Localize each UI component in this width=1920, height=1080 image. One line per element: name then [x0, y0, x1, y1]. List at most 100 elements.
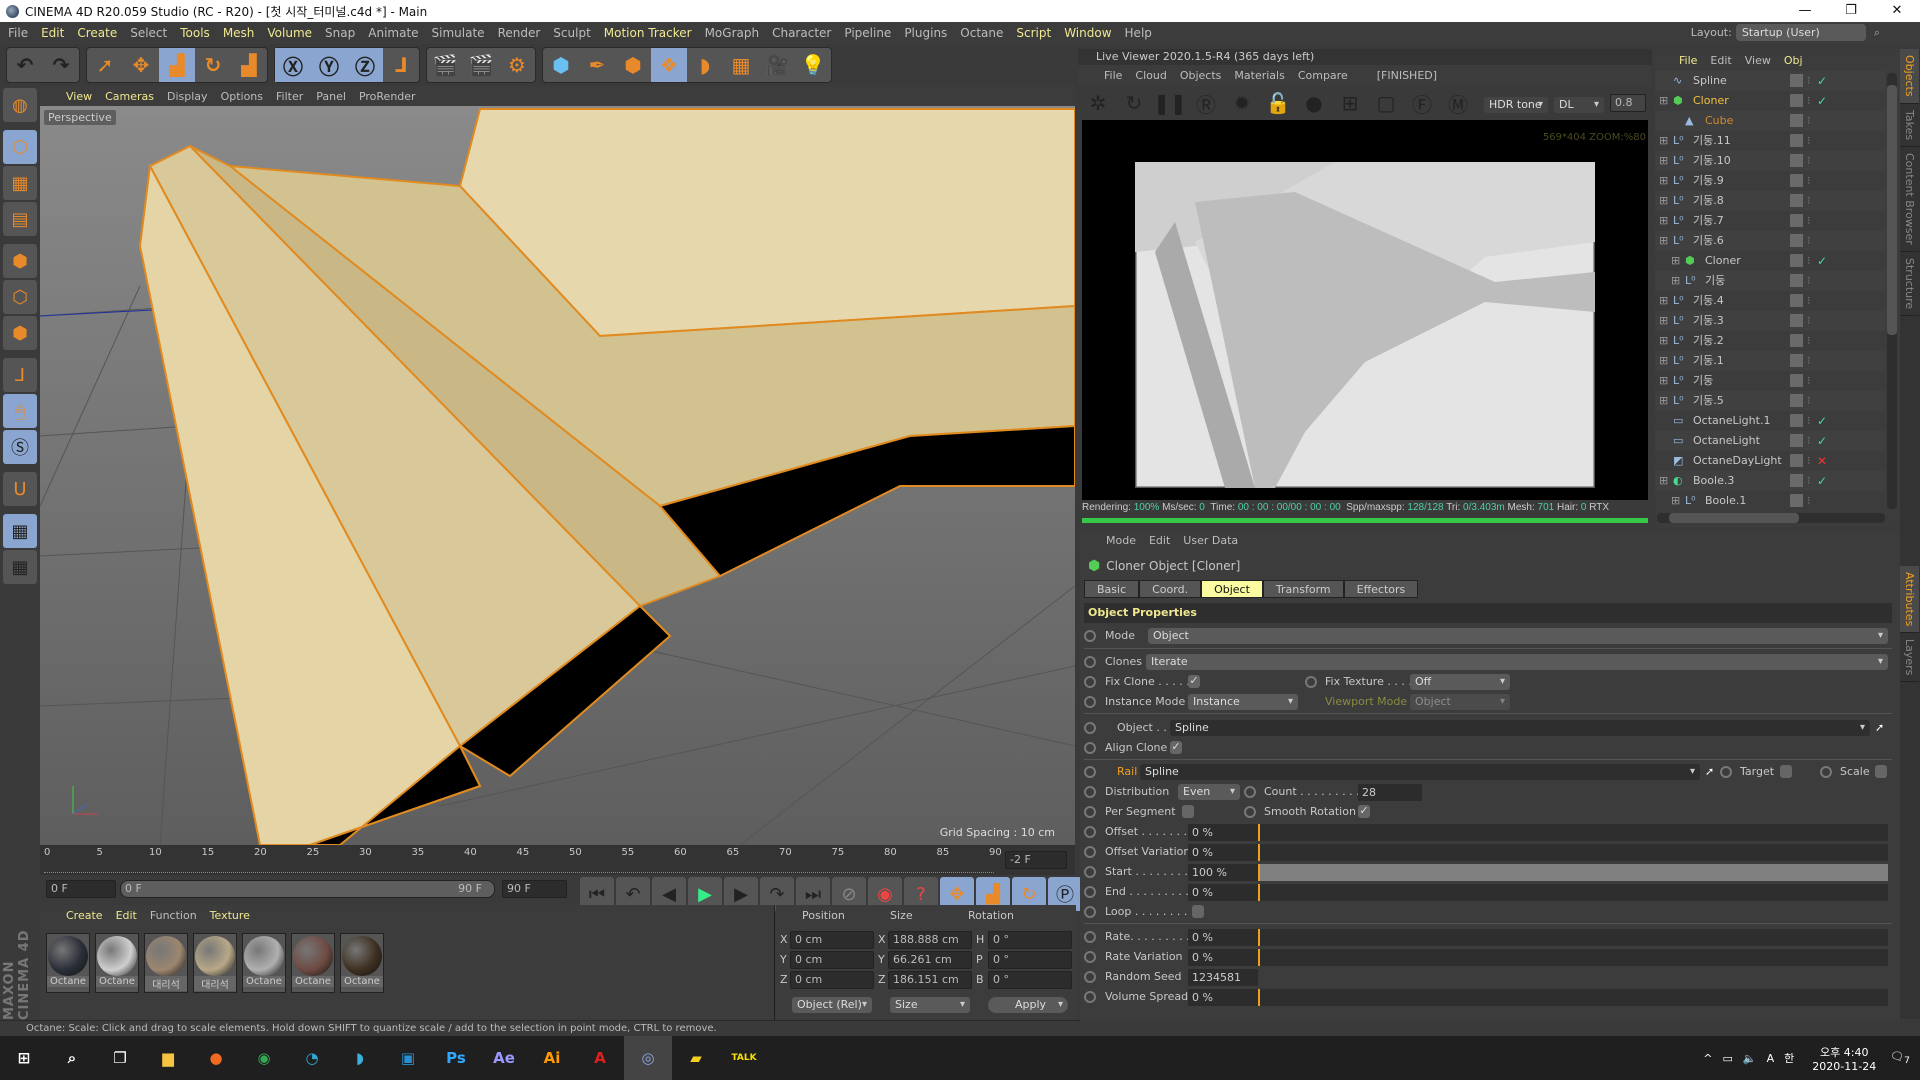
menu-script[interactable]: Script [1016, 26, 1051, 40]
viewport-menu-cameras[interactable]: Cameras [105, 90, 154, 103]
volume-spread-slider[interactable] [1258, 989, 1888, 1006]
app-bird-icon[interactable]: ◗ [336, 1036, 384, 1080]
object-row[interactable]: ⊞ L⁰ 기둥.8 ⁝ [1655, 191, 1885, 211]
move-icon[interactable]: ✥ [123, 48, 159, 82]
material-swatch[interactable]: Octane [291, 933, 335, 993]
material-swatch[interactable]: 대리석 [193, 933, 237, 993]
visibility-dots-icon[interactable]: ⁝ [1807, 391, 1811, 411]
menu-volume[interactable]: Volume [267, 26, 312, 40]
slider-value-field[interactable]: 0 % [1188, 949, 1258, 966]
menu-tools[interactable]: Tools [180, 26, 210, 40]
light-icon[interactable]: 💡 [795, 48, 831, 82]
value-slider[interactable] [1258, 929, 1888, 946]
tonemap-dropdown[interactable]: HDR tone [1484, 97, 1548, 113]
enabled-toggle[interactable]: ✓ [1817, 91, 1827, 111]
slider-value-field[interactable]: 0 % [1188, 884, 1258, 901]
viewport-3d[interactable]: Perspective Grid Spacing : 10 cm [40, 106, 1075, 845]
object-row[interactable]: ⊞ L⁰ 기둥.5 ⁝ [1655, 391, 1885, 411]
side-tab-content-browser[interactable]: Content Browser [1900, 147, 1919, 252]
material-swatch[interactable]: 대리석 [144, 933, 188, 993]
align-clone-checkbox[interactable]: ✓ [1170, 741, 1182, 754]
position-field[interactable]: 0 cm [790, 931, 874, 949]
volume-spread-field[interactable]: 0 % [1188, 989, 1258, 1006]
object-list-h-scrollbar[interactable] [1657, 513, 1885, 523]
menu-character[interactable]: Character [772, 26, 831, 40]
viewport-mode-dropdown[interactable]: Object [1410, 694, 1510, 710]
enabled-toggle[interactable]: ✓ [1817, 431, 1827, 451]
layer-color-swatch[interactable] [1790, 194, 1803, 207]
snap-icon[interactable]: U [3, 472, 37, 506]
animate-radio[interactable] [1084, 951, 1096, 963]
search-icon[interactable]: ⌕ [1874, 26, 1880, 40]
live-viewer-menu-compare[interactable]: Compare [1298, 69, 1348, 82]
workplane-mode-icon[interactable]: ▤ [3, 202, 37, 236]
expand-toggle-icon[interactable]: ⊞ [1671, 271, 1680, 291]
illustrator-icon[interactable]: Ai [528, 1036, 576, 1080]
menu-render[interactable]: Render [498, 26, 541, 40]
visibility-dots-icon[interactable]: ⁝ [1807, 91, 1811, 111]
visibility-dots-icon[interactable]: ⁝ [1807, 471, 1811, 491]
render-view-icon[interactable]: 🎬 [427, 48, 463, 82]
animate-radio[interactable] [1084, 906, 1096, 918]
cinema4d-icon[interactable]: ◎ [624, 1036, 672, 1080]
instance-mode-dropdown[interactable]: Instance [1188, 694, 1298, 710]
menu-window[interactable]: Window [1064, 26, 1111, 40]
expand-toggle-icon[interactable]: ⊞ [1659, 391, 1668, 411]
visibility-dots-icon[interactable]: ⁝ [1807, 171, 1811, 191]
tab-basic[interactable]: Basic [1084, 580, 1140, 598]
live-selection-icon[interactable]: ➚ [87, 48, 123, 82]
enabled-toggle[interactable]: ✓ [1817, 71, 1827, 91]
viewport-menu-panel[interactable]: Panel [316, 90, 346, 103]
current-frame-field[interactable]: -2 F [1005, 851, 1067, 869]
animate-radio[interactable] [1084, 766, 1096, 778]
language-indicator[interactable]: 한 [1784, 1050, 1794, 1066]
visibility-dots-icon[interactable]: ⁝ [1807, 311, 1811, 331]
material-swatch[interactable]: Octane [340, 933, 384, 993]
material-pick-icon[interactable]: Ⓜ [1444, 90, 1472, 117]
rotation-field[interactable]: 0 ° [988, 971, 1072, 989]
object-menu-edit[interactable]: Edit [1710, 54, 1731, 67]
expand-toggle-icon[interactable]: ⊞ [1671, 251, 1680, 271]
firefox-icon[interactable]: ● [192, 1036, 240, 1080]
expand-toggle-icon[interactable]: ⊞ [1659, 311, 1668, 331]
viewport-menu-prorender[interactable]: ProRender [359, 90, 416, 103]
animate-radio[interactable] [1084, 722, 1096, 734]
menu-octane[interactable]: Octane [960, 26, 1003, 40]
menu-mesh[interactable]: Mesh [223, 26, 255, 40]
end-frame-field[interactable]: 90 F [502, 880, 567, 898]
animate-radio[interactable] [1084, 991, 1096, 1003]
visibility-dots-icon[interactable]: ⁝ [1807, 271, 1811, 291]
expand-toggle-icon[interactable]: ⊞ [1659, 131, 1668, 151]
menu-select[interactable]: Select [130, 26, 167, 40]
close-button[interactable]: ✕ [1874, 0, 1920, 22]
layer-color-swatch[interactable] [1790, 174, 1803, 187]
layer-color-swatch[interactable] [1790, 74, 1803, 87]
size-mode-dropdown[interactable]: Size [890, 997, 970, 1013]
object-list-scrollbar[interactable] [1887, 73, 1897, 509]
send-scene-icon[interactable]: ✲ [1084, 90, 1112, 116]
animate-radio[interactable] [1084, 971, 1096, 983]
live-viewer-menu-objects[interactable]: Objects [1180, 69, 1222, 82]
points-mode-icon[interactable]: ⬢ [3, 244, 37, 278]
object-link-field[interactable]: Spline [1170, 720, 1870, 736]
animate-radio[interactable] [1244, 786, 1256, 798]
deformer-icon[interactable]: ◗ [687, 48, 723, 82]
ime-indicator[interactable]: A [1767, 1052, 1775, 1065]
render-area[interactable]: 569*404 ZOOM:%80 [1082, 120, 1648, 500]
animate-radio[interactable] [1084, 696, 1096, 708]
animate-radio[interactable] [1084, 846, 1096, 858]
expand-toggle-icon[interactable]: ⊞ [1659, 91, 1668, 111]
minimize-button[interactable]: — [1782, 0, 1828, 22]
search-icon[interactable]: ⌕ [48, 1036, 96, 1080]
expand-toggle-icon[interactable]: ⊞ [1659, 371, 1668, 391]
animate-radio[interactable] [1084, 931, 1096, 943]
kernel-dropdown[interactable]: DL [1554, 97, 1604, 113]
file-explorer-icon[interactable]: ▆ [144, 1036, 192, 1080]
viewport-menu-display[interactable]: Display [167, 90, 208, 103]
animate-radio[interactable] [1084, 676, 1096, 688]
tab-coord-[interactable]: Coord. [1139, 580, 1202, 598]
value-slider[interactable] [1258, 864, 1888, 881]
restart-icon[interactable]: ↻ [1120, 90, 1148, 116]
slider-value-field[interactable]: 0 % [1188, 929, 1258, 946]
task-view-icon[interactable]: ❐ [96, 1036, 144, 1080]
